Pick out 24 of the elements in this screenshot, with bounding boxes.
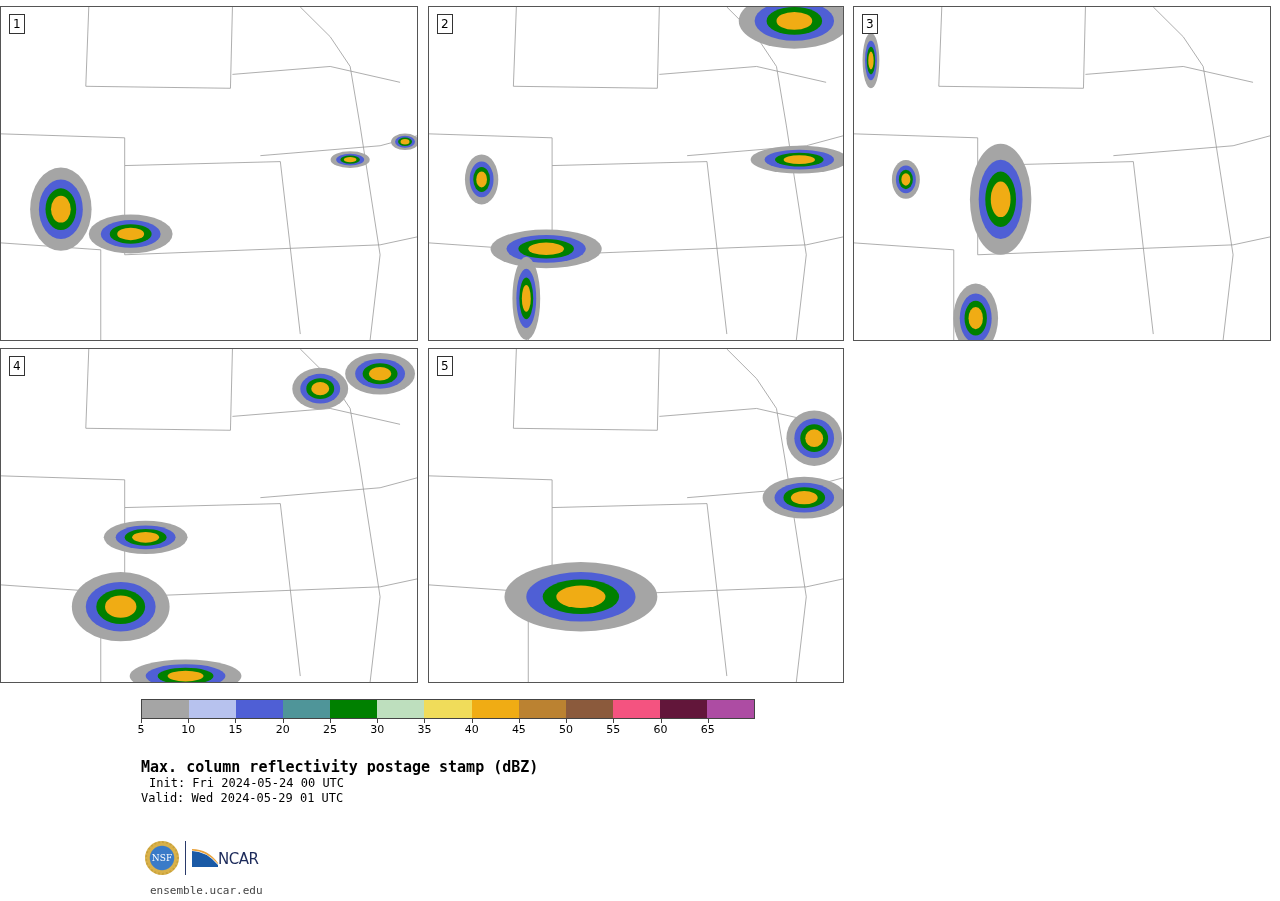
tick-label: 30	[370, 724, 385, 736]
panel-number: 3	[862, 14, 878, 34]
tick-label: 60	[653, 724, 668, 736]
panel-number: 5	[437, 356, 453, 376]
tick-label: 65	[700, 724, 715, 736]
site-url: ensemble.ucar.edu	[150, 884, 263, 897]
panel-number: 4	[9, 356, 25, 376]
tick-label: 20	[275, 724, 290, 736]
tick-label: 10	[181, 724, 196, 736]
tick-label: 50	[559, 724, 574, 736]
nsf-logo: NSF	[145, 841, 179, 875]
tick-label: 5	[137, 724, 145, 736]
panel-number: 2	[437, 14, 453, 34]
tick-label: 35	[417, 724, 432, 736]
ncar-logo: NCAR	[192, 849, 259, 867]
valid-time: Valid: Wed 2024-05-29 01 UTC	[141, 791, 345, 806]
tick-label: 25	[322, 724, 337, 736]
tick-label: 45	[511, 724, 526, 736]
tick-label: 55	[606, 724, 621, 736]
init-time: Init: Fri 2024-05-24 00 UTC	[148, 776, 345, 791]
tick-label: 40	[464, 724, 479, 736]
figure-title: Max. column reflectivity postage stamp (dBZ)	[141, 758, 540, 776]
panel-number: 1	[9, 14, 25, 34]
tick-label: 15	[228, 724, 243, 736]
